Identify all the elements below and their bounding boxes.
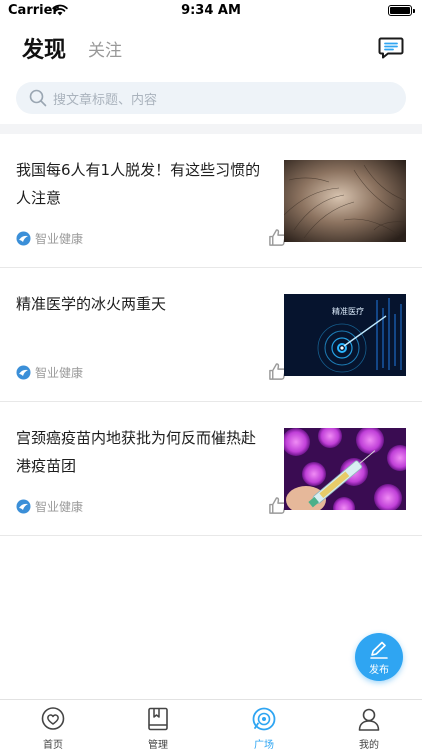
pen-icon — [370, 641, 388, 659]
article-item[interactable]: 我国每6人有1人脱发！有这些习惯的人注意 智业健康 233 — [0, 134, 422, 268]
tab-plaza[interactable]: 广场 — [234, 704, 294, 750]
search-input[interactable]: 搜文章标题、内容 — [16, 82, 406, 114]
chat-lines-icon[interactable] — [378, 36, 404, 60]
source-name: 智业健康 — [35, 500, 84, 514]
vaccine-syringe-photo — [284, 428, 406, 510]
heart-chat-icon — [41, 707, 65, 730]
tab-label: 广场 — [254, 740, 274, 750]
search-placeholder: 搜文章标题、内容 — [53, 93, 158, 108]
thumbnail-caption: 精准医疗 — [332, 306, 364, 316]
precision-medicine-graphic: 精准医疗 — [284, 294, 406, 376]
tab-label: 我的 — [359, 740, 379, 750]
search-icon — [29, 89, 47, 107]
article-item[interactable]: 精准医学的冰火两重天 智业健康 0 精准医疗 — [0, 268, 422, 402]
plaza-icon — [252, 707, 276, 731]
bottom-tab-bar: 首页 管理 广场 我的 — [0, 699, 422, 750]
tab-home[interactable]: 首页 — [23, 704, 83, 750]
publish-button[interactable]: 发布 — [355, 633, 403, 681]
publish-label: 发布 — [369, 665, 389, 676]
tab-discover[interactable]: 发现 — [22, 32, 66, 64]
source-name: 智业健康 — [35, 366, 84, 380]
hair-photo — [284, 160, 406, 242]
header: 发现 关注 — [0, 28, 422, 68]
article-title[interactable]: 精准医学的冰火两重天 — [16, 290, 270, 318]
tab-mine[interactable]: 我的 — [339, 704, 399, 750]
article-title[interactable]: 宫颈癌疫苗内地获批为何反而催热赴港疫苗团 — [16, 424, 270, 480]
battery-icon — [388, 5, 415, 16]
clock-time: 9:34 AM — [181, 3, 241, 18]
source-logo-icon — [16, 499, 31, 514]
book-icon — [148, 707, 168, 731]
status-bar: Carrier 9:34 AM — [0, 0, 422, 22]
section-divider — [0, 124, 422, 134]
source-logo-icon — [16, 365, 31, 380]
source-name: 智业健康 — [35, 232, 84, 246]
user-icon — [358, 708, 380, 731]
article-item[interactable]: 宫颈癌疫苗内地获批为何反而催热赴港疫苗团 智业健康 0 — [0, 402, 422, 536]
tab-label: 首页 — [43, 740, 63, 750]
tab-manage[interactable]: 管理 — [128, 704, 188, 750]
source-logo-icon — [16, 231, 31, 246]
tab-follow[interactable]: 关注 — [88, 36, 122, 61]
tab-label: 管理 — [148, 740, 168, 750]
article-title[interactable]: 我国每6人有1人脱发！有这些习惯的人注意 — [16, 156, 270, 212]
